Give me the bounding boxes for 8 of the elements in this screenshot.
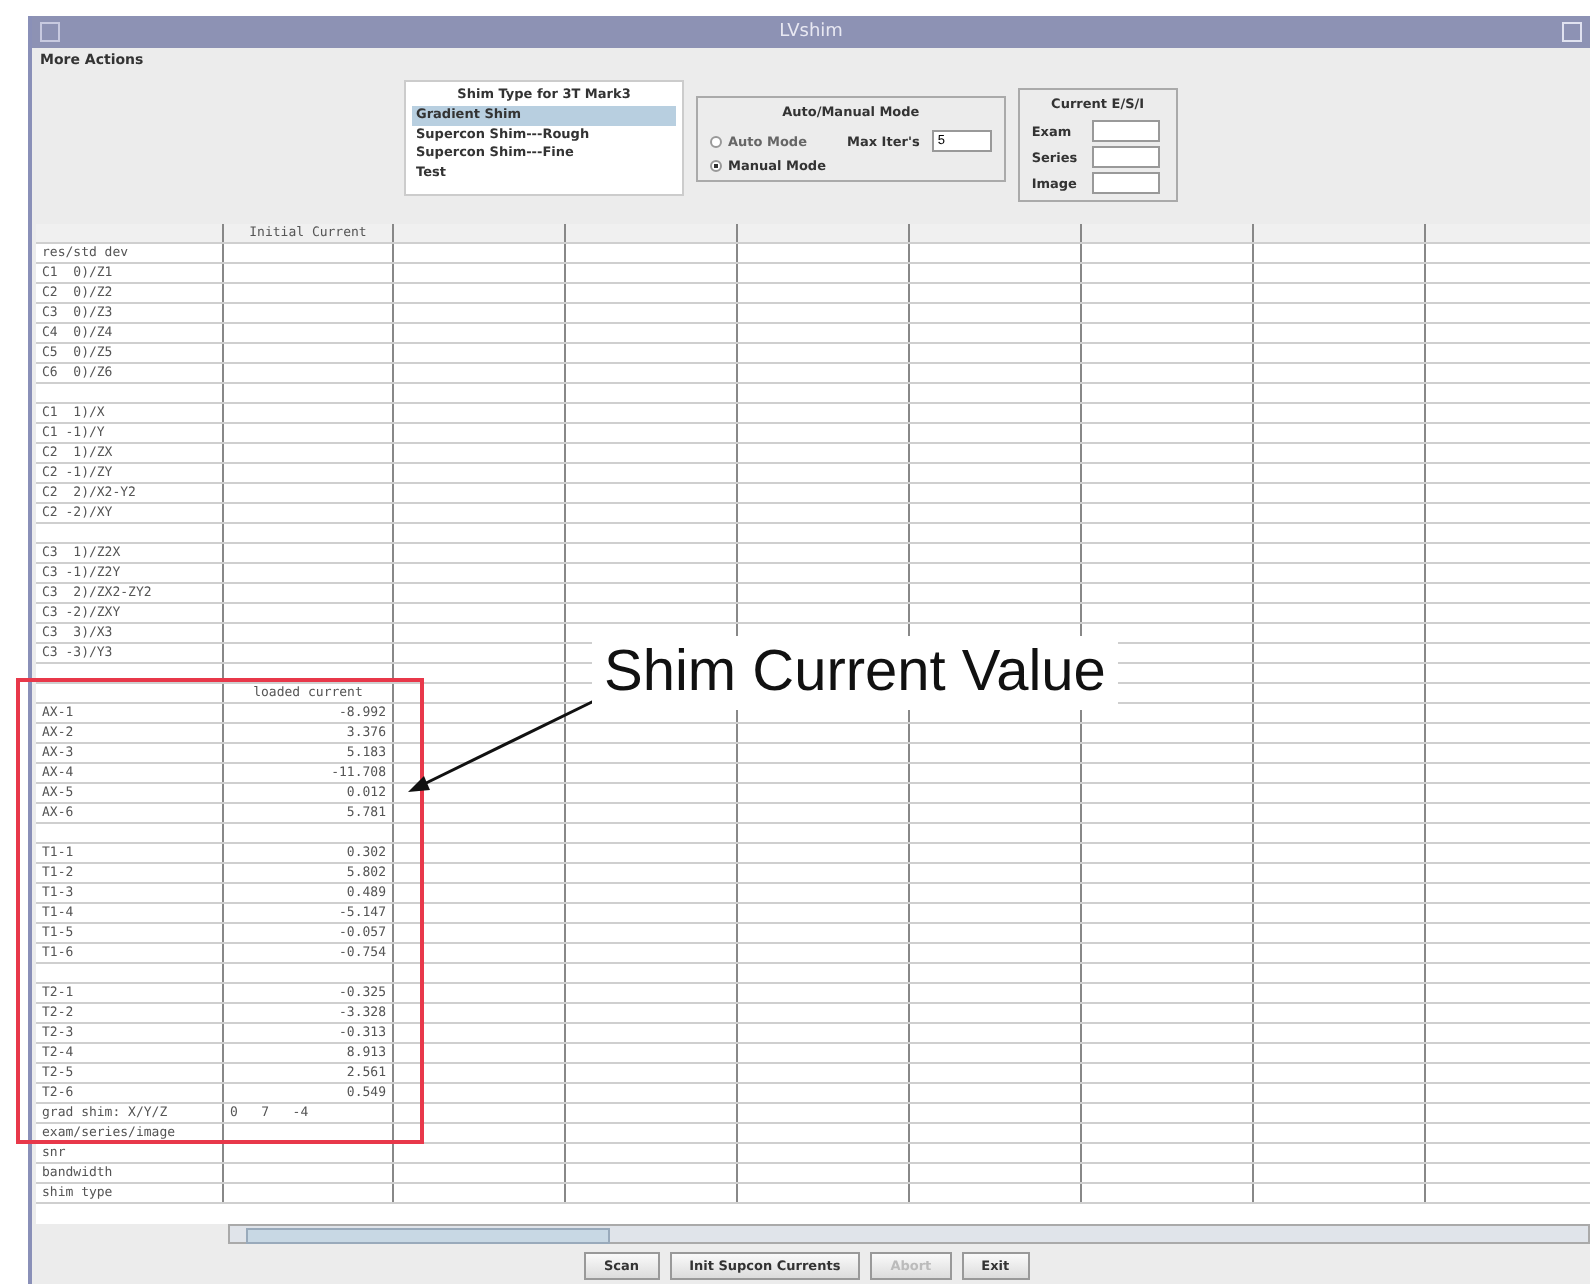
horizontal-scrollbar[interactable] bbox=[228, 1224, 1590, 1244]
input-field[interactable] bbox=[1091, 172, 1160, 194]
maximize-icon[interactable] bbox=[1562, 22, 1582, 42]
annotation-label: Shim Current Value bbox=[592, 636, 1118, 710]
window-title: LVshim bbox=[779, 22, 843, 42]
window-icon[interactable] bbox=[40, 22, 60, 42]
input-field[interactable] bbox=[1091, 120, 1160, 142]
input-field[interactable] bbox=[1091, 146, 1160, 168]
